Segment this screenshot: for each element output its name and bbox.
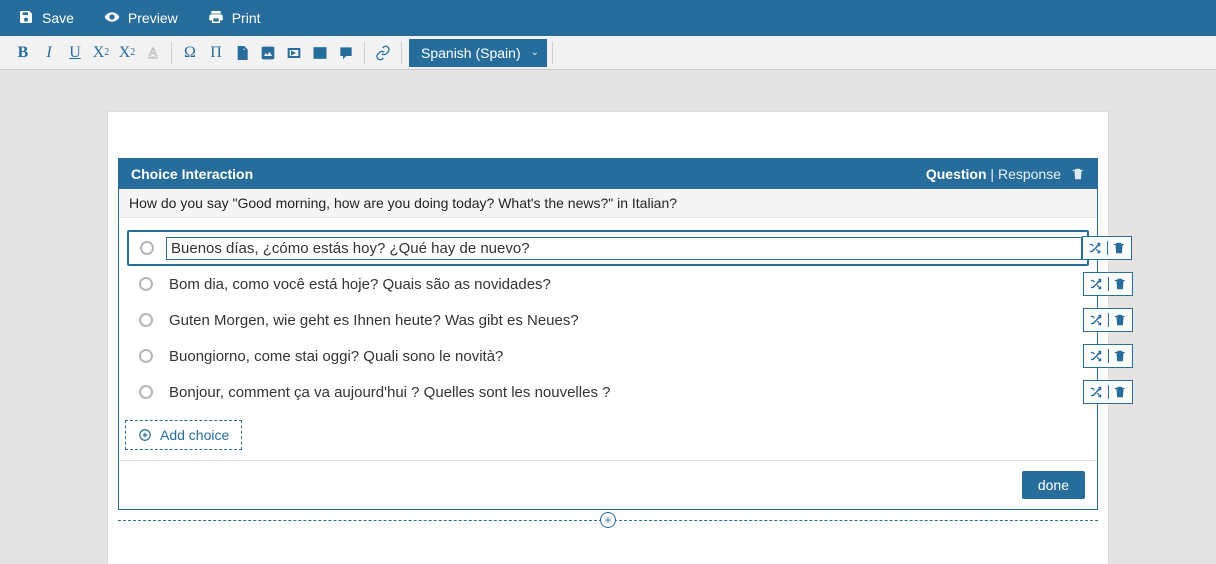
language-select[interactable]: Spanish (Spain) ⌄ (409, 39, 547, 67)
shuffle-choice-button[interactable] (1084, 277, 1108, 291)
topbar: Save Preview Print (0, 0, 1216, 36)
language-label: Spanish (Spain) (421, 45, 521, 61)
insert-file-button[interactable] (229, 40, 255, 66)
choice-row-controls (1082, 236, 1132, 260)
choice-row[interactable]: Bonjour, comment ça va aujourd'hui ? Que… (127, 374, 1089, 410)
shuffle-choice-button[interactable] (1084, 385, 1108, 399)
choice-row-controls (1083, 272, 1133, 296)
choice-row[interactable]: Buongiorno, come stai oggi? Quali sono l… (127, 338, 1089, 374)
tab-question[interactable]: Question (926, 166, 987, 182)
shuffle-choice-button[interactable] (1083, 241, 1107, 255)
toolbar-separator (364, 42, 365, 64)
shuffle-choice-button[interactable] (1084, 313, 1108, 327)
choice-radio[interactable] (140, 241, 154, 255)
question-prompt[interactable]: How do you say "Good morning, how are yo… (119, 189, 1097, 218)
choice-radio[interactable] (139, 385, 153, 399)
save-button[interactable]: Save (18, 9, 74, 28)
choice-row-controls (1083, 380, 1133, 404)
insert-image-button[interactable] (255, 40, 281, 66)
block-header: Choice Interaction Question | Response (119, 159, 1097, 189)
print-icon (208, 9, 224, 28)
insert-line: + (118, 520, 1098, 534)
add-choice-label: Add choice (160, 427, 229, 443)
choice-row[interactable]: Guten Morgen, wie geht es Ihnen heute? W… (127, 302, 1089, 338)
underline-button[interactable]: U (62, 40, 88, 66)
omega-button[interactable]: Ω (177, 40, 203, 66)
italic-button[interactable]: I (36, 40, 62, 66)
choice-row-controls (1083, 344, 1133, 368)
chevron-down-icon: ⌄ (531, 47, 539, 58)
choice-text[interactable]: Buenos días, ¿cómo estás hoy? ¿Qué hay d… (166, 237, 1082, 260)
save-label: Save (42, 10, 74, 26)
insert-media-button[interactable] (281, 40, 307, 66)
editor-stage: Choice Interaction Question | Response H… (0, 70, 1216, 564)
print-label: Print (232, 10, 261, 26)
choice-radio[interactable] (139, 313, 153, 327)
done-button[interactable]: done (1022, 471, 1085, 499)
toolbar-separator (401, 42, 402, 64)
choice-text[interactable]: Buongiorno, come stai oggi? Quali sono l… (165, 346, 1083, 367)
choice-radio[interactable] (139, 277, 153, 291)
tooltip-button[interactable] (333, 40, 359, 66)
block-footer: done (119, 460, 1097, 509)
print-button[interactable]: Print (208, 9, 261, 28)
choice-interaction-block: Choice Interaction Question | Response H… (118, 158, 1098, 510)
choice-text[interactable]: Guten Morgen, wie geht es Ihnen heute? W… (165, 310, 1083, 331)
preview-label: Preview (128, 10, 178, 26)
superscript-button[interactable]: X2 (114, 40, 140, 66)
block-title: Choice Interaction (131, 166, 253, 182)
delete-choice-button[interactable] (1108, 349, 1133, 363)
save-icon (18, 9, 34, 28)
toolbar-separator (552, 42, 553, 64)
page-canvas: Choice Interaction Question | Response H… (108, 112, 1108, 564)
shuffle-choice-button[interactable] (1084, 349, 1108, 363)
delete-choice-button[interactable] (1107, 241, 1132, 255)
choice-row[interactable]: Buenos días, ¿cómo estás hoy? ¿Qué hay d… (127, 230, 1089, 266)
tab-response[interactable]: Response (998, 166, 1061, 182)
subscript-button[interactable]: X2 (88, 40, 114, 66)
choice-radio[interactable] (139, 349, 153, 363)
insert-element-button[interactable]: + (600, 512, 616, 528)
font-style-button (140, 40, 166, 66)
editor-toolbar: B I U X2 X2 Ω Π Spanish (Spain) ⌄ (0, 36, 1216, 70)
eye-icon (104, 9, 120, 28)
delete-choice-button[interactable] (1108, 385, 1133, 399)
bold-button[interactable]: B (10, 40, 36, 66)
delete-choice-button[interactable] (1108, 277, 1133, 291)
toolbar-separator (171, 42, 172, 64)
delete-block-button[interactable] (1071, 167, 1085, 181)
add-choice-button[interactable]: Add choice (125, 420, 242, 450)
choice-row[interactable]: Bom dia, como você está hoje? Quais são … (127, 266, 1089, 302)
insert-link-button[interactable] (370, 40, 396, 66)
pi-button[interactable]: Π (203, 40, 229, 66)
delete-choice-button[interactable] (1108, 313, 1133, 327)
choice-text[interactable]: Bonjour, comment ça va aujourd'hui ? Que… (165, 382, 1083, 403)
choice-row-controls (1083, 308, 1133, 332)
choice-text[interactable]: Bom dia, como você está hoje? Quais são … (165, 274, 1083, 295)
preview-button[interactable]: Preview (104, 9, 178, 28)
insert-table-button[interactable] (307, 40, 333, 66)
choices-list: Buenos días, ¿cómo estás hoy? ¿Qué hay d… (119, 218, 1097, 414)
